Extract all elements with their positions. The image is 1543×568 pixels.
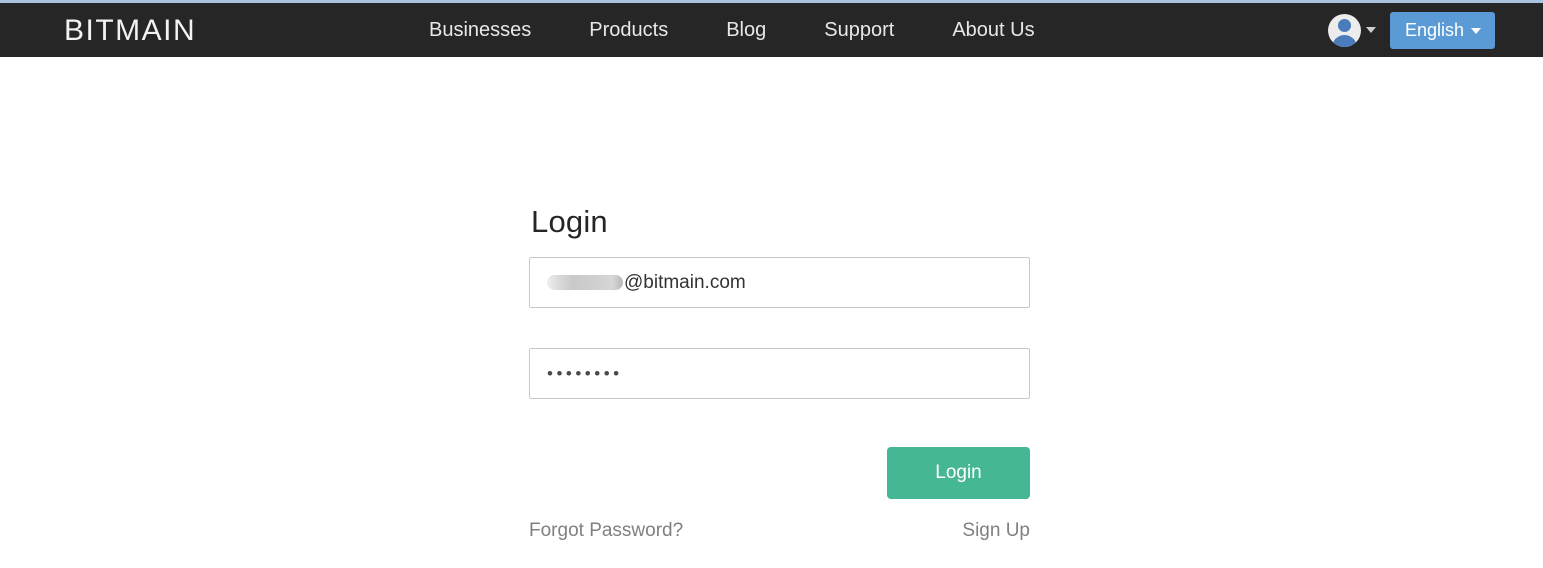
email-field-value: @bitmain.com [624,271,746,293]
user-avatar-icon [1327,13,1361,47]
language-selector-button[interactable]: English [1389,11,1495,49]
email-field[interactable]: @bitmain.com [529,257,1030,308]
login-links-row: Forgot Password? Sign Up [529,520,1030,542]
chevron-down-icon [1471,27,1481,34]
login-actions-row: Login [529,447,1030,499]
password-field[interactable]: •••••••• [529,348,1030,399]
nav-item-blog[interactable]: Blog [697,18,795,42]
nav-item-about-us[interactable]: About Us [923,18,1063,42]
login-panel: Login @bitmain.com •••••••• Login Forgot… [529,203,1030,542]
forgot-password-link[interactable]: Forgot Password? [529,520,683,542]
password-field-value: •••••••• [547,363,623,383]
account-menu[interactable] [1327,13,1376,47]
email-redaction-bar [547,275,623,290]
site-header: BITMAIN Businesses Products Blog Support… [0,3,1543,57]
language-selector-label: English [1404,19,1464,40]
login-submit-button[interactable]: Login [887,447,1030,499]
nav-item-products[interactable]: Products [560,18,697,42]
chevron-down-icon [1365,27,1376,33]
sign-up-link[interactable]: Sign Up [962,520,1030,542]
main-navigation: Businesses Products Blog Support About U… [400,3,1064,57]
bitmain-logo[interactable]: BITMAIN [64,14,196,48]
nav-item-businesses[interactable]: Businesses [400,18,560,42]
nav-item-support[interactable]: Support [795,18,923,42]
header-right-cluster: English [1327,3,1495,57]
page-title: Login [531,204,608,239]
